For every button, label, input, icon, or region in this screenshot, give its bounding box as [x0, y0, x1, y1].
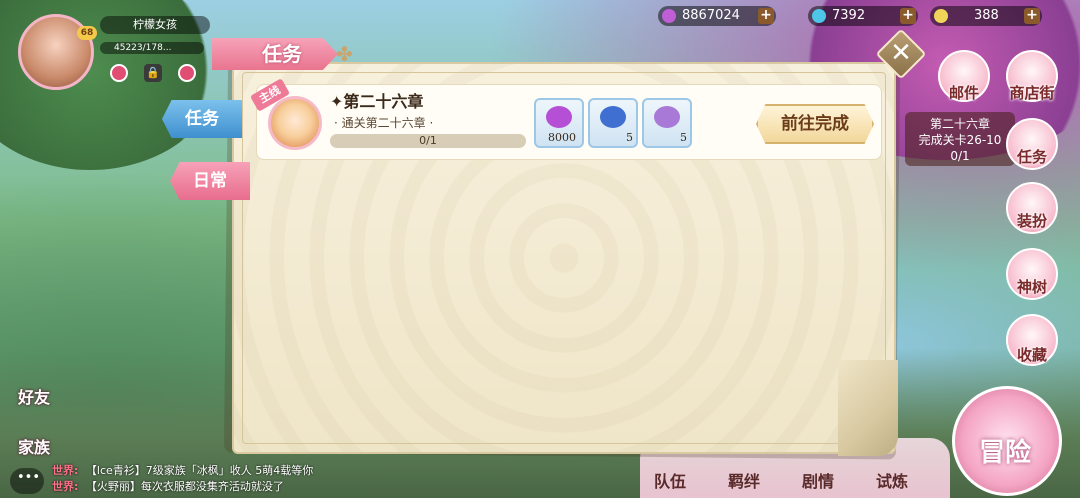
gift-icon[interactable] [178, 64, 196, 82]
player-exp: 45223/178... [100, 42, 204, 54]
chat-message[interactable]: 世界: 【lce青衫】7级家族「冰枫」收人 5萌4载等你 [52, 462, 313, 478]
quest-subtitle: · 通关第二十六章 · [334, 116, 434, 130]
trial-button[interactable]: 试炼 [862, 468, 922, 492]
chat-text: 【lce青衫】7级家族「冰枫」收人 5萌4载等你 [85, 464, 314, 477]
buff-icon[interactable] [110, 64, 128, 82]
resource-energy: 7392 + [808, 6, 918, 26]
ornament-icon: ✤ [336, 42, 353, 66]
resource-diamonds-value: 8867024 [682, 8, 740, 23]
reward-count: 5 [626, 131, 633, 144]
mini-quest-tracker[interactable]: 第二十六章 完成关卡26-10 0/1 [905, 112, 1015, 166]
resource-energy-value: 7392 [832, 8, 866, 23]
resource-diamonds: 8867024 + [658, 6, 776, 26]
energy-icon [812, 9, 826, 23]
potion-icon [654, 106, 680, 128]
mini-quest-progress: 0/1 [950, 149, 970, 163]
mini-quest-sub: 完成关卡26-10 [918, 133, 1002, 147]
chat-text: 【火野丽】每次衣服都没集齐活动就没了 [85, 480, 284, 493]
crystal-icon [600, 106, 626, 128]
quest-progress-text: 0/1 [419, 134, 437, 147]
quest-character-avatar [268, 96, 322, 150]
lock-icon[interactable]: 🔒 [144, 64, 162, 82]
quest-side-label: 任务 [1016, 148, 1047, 166]
page-curl [838, 360, 898, 456]
gem-icon [546, 106, 572, 128]
chat-message[interactable]: 世界: 【火野丽】每次衣服都没集齐活动就没了 [52, 478, 284, 494]
go-complete-label[interactable]: 前往完成 [756, 104, 874, 144]
team-button[interactable]: 队伍 [640, 468, 700, 492]
add-energy-button[interactable]: + [900, 8, 916, 24]
panel-title: 任务 [262, 42, 302, 66]
resource-coins-value: 388 [974, 8, 999, 23]
story-button[interactable]: 剧情 [788, 468, 848, 492]
quest-title: ✦第二十六章 [330, 92, 424, 111]
friends-button[interactable]: 好友 [18, 384, 50, 408]
chat-bubble-icon[interactable] [10, 468, 44, 494]
sacred-tree-label: 神树 [1016, 278, 1047, 296]
player-name: 柠檬女孩 [100, 16, 210, 34]
mail-label: 邮件 [948, 84, 979, 102]
mini-quest-title: 第二十六章 [929, 117, 990, 131]
collection-label: 收藏 [1016, 346, 1047, 364]
bond-button[interactable]: 羁绊 [714, 468, 774, 492]
tab-daily[interactable]: 日常 [170, 162, 250, 200]
add-coins-button[interactable]: + [1024, 8, 1040, 24]
reward-count: 8000 [548, 131, 576, 144]
coin-icon [934, 9, 948, 23]
family-button[interactable]: 家族 [18, 434, 50, 458]
reward-count: 5 [680, 131, 687, 144]
shop-label: 商店街 [1009, 84, 1055, 102]
resource-coins: 388 + [930, 6, 1042, 26]
close-icon[interactable]: ✕ [883, 36, 919, 72]
chat-channel: 世界: [52, 480, 79, 493]
add-diamonds-button[interactable]: + [758, 8, 774, 24]
player-level-badge: 68 [77, 26, 97, 40]
quest-title-text: 第二十六章 [343, 92, 424, 111]
tab-quest[interactable]: 任务 [162, 100, 242, 138]
diamond-icon [662, 9, 676, 23]
dressup-label: 装扮 [1016, 212, 1047, 230]
adventure-label: 冒险 [978, 438, 1031, 468]
chat-channel: 世界: [52, 464, 79, 477]
